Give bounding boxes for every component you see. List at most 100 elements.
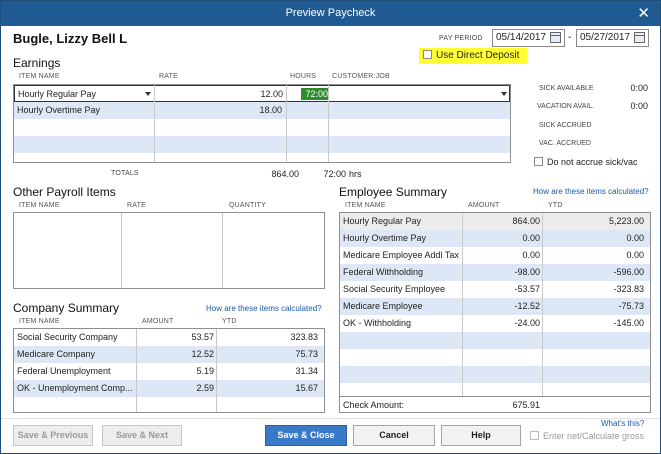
do-not-accrue-checkbox[interactable]: Do not accrue sick/vac bbox=[534, 157, 638, 167]
other-payroll-title: Other Payroll Items bbox=[13, 185, 116, 199]
pay-period-end-field[interactable]: 05/27/2017 bbox=[576, 29, 649, 47]
calendar-icon[interactable] bbox=[634, 32, 645, 43]
emp-item-cell: Medicare Employee bbox=[343, 301, 423, 311]
table-row: Medicare Employee -12.52 -75.73 bbox=[340, 298, 650, 315]
cancel-button[interactable]: Cancel bbox=[353, 425, 435, 446]
emp-item-cell: Federal Withholding bbox=[343, 267, 424, 277]
table-row[interactable] bbox=[14, 119, 510, 136]
employee-name: Bugle, Lizzy Bell L bbox=[13, 31, 128, 46]
title-bar: Preview Paycheck ✕ bbox=[1, 1, 660, 26]
comp-amount-cell: 12.52 bbox=[191, 349, 214, 359]
table-row[interactable]: Hourly Overtime Pay 18.00 bbox=[14, 102, 510, 119]
earnings-col-item: ITEM NAME bbox=[19, 73, 60, 80]
table-row[interactable] bbox=[14, 136, 510, 153]
pay-period-start-field[interactable]: 05/14/2017 bbox=[492, 29, 565, 47]
employee-summary-help-link[interactable]: How are these items calculated? bbox=[533, 187, 649, 196]
emp-col-item: ITEM NAME bbox=[345, 202, 386, 209]
earnings-item-cell[interactable]: Hourly Regular Pay bbox=[18, 86, 148, 103]
comp-item-cell: Social Security Company bbox=[17, 332, 118, 342]
comp-item-cell: Federal Unemployment bbox=[17, 366, 111, 376]
column-divider bbox=[216, 329, 217, 412]
do-not-accrue-label: Do not accrue sick/vac bbox=[547, 157, 638, 167]
use-direct-deposit-checkbox[interactable]: Use Direct Deposit bbox=[419, 48, 527, 64]
company-summary-help-link[interactable]: How are these items calculated? bbox=[206, 304, 322, 313]
table-row: Federal Withholding -98.00 -596.00 bbox=[340, 264, 650, 281]
table-row: Hourly Overtime Pay 0.00 0.00 bbox=[340, 230, 650, 247]
other-payroll-table[interactable] bbox=[13, 212, 325, 289]
emp-ytd-cell: -75.73 bbox=[618, 301, 644, 311]
table-row: Social Security Company 53.57 323.83 bbox=[14, 329, 324, 346]
comp-item-cell: Medicare Company bbox=[17, 349, 96, 359]
table-row: OK - Withholding -24.00 -145.00 bbox=[340, 315, 650, 332]
earnings-col-job: CUSTOMER:JOB bbox=[332, 73, 390, 80]
company-summary-title: Company Summary bbox=[13, 301, 120, 315]
help-button[interactable]: Help bbox=[441, 425, 521, 446]
close-icon[interactable]: ✕ bbox=[637, 4, 650, 22]
table-row: Hourly Regular Pay 864.00 5,223.00 bbox=[340, 213, 650, 230]
comp-amount-cell: 53.57 bbox=[191, 332, 214, 342]
earnings-col-hours: HOURS bbox=[290, 73, 317, 80]
emp-ytd-cell: 0.00 bbox=[626, 233, 644, 243]
window-title: Preview Paycheck bbox=[285, 7, 376, 19]
checkbox-icon bbox=[423, 50, 432, 59]
checkbox-icon bbox=[530, 431, 539, 440]
emp-ytd-cell: -145.00 bbox=[613, 318, 644, 328]
chevron-down-icon[interactable] bbox=[501, 92, 507, 96]
emp-col-amount: AMOUNT bbox=[468, 202, 500, 209]
pay-period-start-value: 05/14/2017 bbox=[496, 32, 547, 43]
save-close-button[interactable]: Save & Close bbox=[265, 425, 347, 446]
emp-item-cell: Social Security Employee bbox=[343, 284, 446, 294]
earnings-rate-cell[interactable]: 12.00 bbox=[157, 86, 283, 103]
column-divider bbox=[286, 85, 287, 162]
check-amount-value: 675.91 bbox=[512, 400, 540, 410]
column-divider bbox=[542, 213, 543, 396]
employee-summary-table: Hourly Regular Pay 864.00 5,223.00 Hourl… bbox=[339, 212, 651, 413]
column-divider bbox=[222, 213, 223, 288]
column-divider bbox=[136, 329, 137, 412]
calendar-icon[interactable] bbox=[550, 32, 561, 43]
use-direct-deposit-label: Use Direct Deposit bbox=[436, 50, 520, 61]
sick-available-label: SICK AVAILABLE bbox=[539, 85, 594, 92]
vac-accrued-label: VAC. ACCRUED bbox=[539, 140, 591, 147]
comp-ytd-cell: 31.34 bbox=[295, 366, 318, 376]
vacation-available-label: VACATION AVAIL. bbox=[537, 103, 595, 110]
table-row: Medicare Employee Addl Tax 0.00 0.00 bbox=[340, 247, 650, 264]
emp-ytd-cell: 5,223.00 bbox=[608, 216, 644, 226]
emp-item-cell: Hourly Overtime Pay bbox=[343, 233, 427, 243]
chevron-down-icon[interactable] bbox=[145, 92, 151, 96]
whats-this-link[interactable]: What's this? bbox=[601, 419, 644, 428]
earnings-hours-cell[interactable]: 72:00 bbox=[301, 88, 328, 100]
earnings-item-cell[interactable]: Hourly Overtime Pay bbox=[17, 102, 147, 119]
save-next-button[interactable]: Save & Next bbox=[102, 425, 182, 446]
table-row: Federal Unemployment 5.19 31.34 bbox=[14, 363, 324, 380]
earnings-hours-cell[interactable] bbox=[300, 102, 327, 119]
company-summary-table: Social Security Company 53.57 323.83 Med… bbox=[13, 328, 325, 413]
pay-period-label: PAY PERIOD bbox=[439, 35, 483, 42]
table-row: Social Security Employee -53.57 -323.83 bbox=[340, 281, 650, 298]
pay-period-separator: - bbox=[568, 32, 572, 43]
emp-item-cell: Medicare Employee Addl Tax bbox=[343, 250, 459, 260]
save-previous-button[interactable]: Save & Previous bbox=[13, 425, 93, 446]
table-row bbox=[340, 349, 650, 366]
pay-period-end-value: 05/27/2017 bbox=[580, 32, 631, 43]
check-amount-row: Check Amount: 675.91 bbox=[340, 396, 650, 412]
comp-amount-cell: 2.59 bbox=[196, 383, 214, 393]
totals-amount: 864.00 bbox=[271, 169, 299, 179]
earnings-job-cell[interactable] bbox=[331, 86, 505, 103]
comp-ytd-cell: 15.67 bbox=[295, 383, 318, 393]
emp-item-cell: Hourly Regular Pay bbox=[343, 216, 422, 226]
table-row[interactable]: Hourly Regular Pay 12.00 72:00 bbox=[14, 85, 510, 102]
column-divider bbox=[462, 213, 463, 396]
enter-net-checkbox[interactable]: Enter net/Calculate gross bbox=[530, 431, 644, 441]
comp-col-amount: AMOUNT bbox=[142, 318, 174, 325]
earnings-col-rate: RATE bbox=[159, 73, 178, 80]
emp-amount-cell: 0.00 bbox=[522, 250, 540, 260]
earnings-rate-cell[interactable]: 18.00 bbox=[156, 102, 282, 119]
checkbox-icon bbox=[534, 157, 543, 166]
table-row: Medicare Company 12.52 75.73 bbox=[14, 346, 324, 363]
totals-hours-unit: hrs bbox=[349, 169, 362, 179]
emp-amount-cell: -24.00 bbox=[514, 318, 540, 328]
comp-item-cell: OK - Unemployment Comp... bbox=[17, 383, 133, 393]
emp-amount-cell: -12.52 bbox=[514, 301, 540, 311]
comp-col-item: ITEM NAME bbox=[19, 318, 60, 325]
